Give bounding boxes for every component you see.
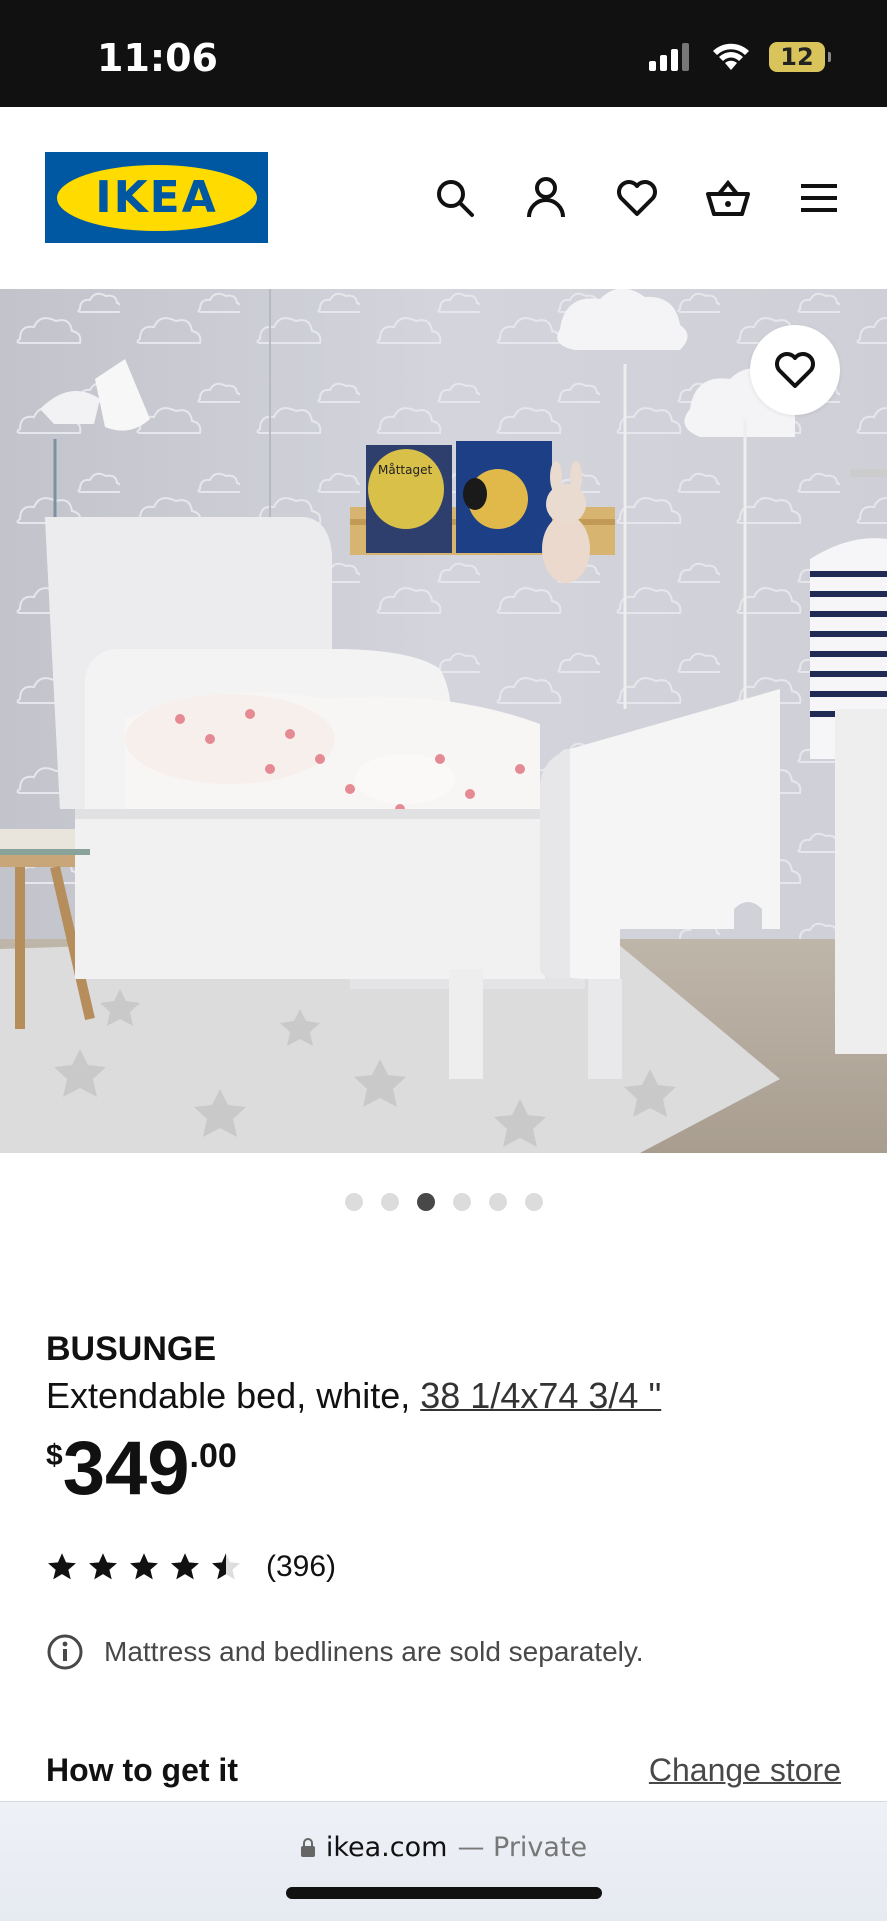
- product-notice: Mattress and bedlinens are sold separate…: [46, 1633, 644, 1671]
- url-domain: ikea.com: [325, 1832, 448, 1863]
- status-icons: 12: [649, 42, 831, 72]
- add-to-favourites-button[interactable]: [750, 325, 840, 415]
- lock-icon: [300, 1837, 315, 1857]
- account-icon[interactable]: [523, 175, 569, 221]
- product-price: $ 349 .00: [46, 1429, 846, 1509]
- review-count: (396): [266, 1550, 337, 1583]
- star-icon: [171, 1553, 199, 1580]
- book-title: Måttaget: [378, 463, 432, 477]
- price-currency: $: [46, 1439, 63, 1472]
- wifi-icon: [713, 43, 749, 70]
- carousel-dot[interactable]: [524, 1193, 543, 1211]
- menu-icon[interactable]: [796, 175, 842, 221]
- favourites-icon[interactable]: [614, 175, 660, 221]
- change-store-link[interactable]: Change store: [649, 1752, 841, 1789]
- status-time: 11:06: [97, 36, 218, 80]
- notice-text: Mattress and bedlinens are sold separate…: [104, 1636, 644, 1667]
- product-description: Extendable bed, white, 38 1/4x74 3/4 ": [46, 1375, 846, 1417]
- site-header: IKEA: [0, 107, 887, 289]
- price-integer: 349: [62, 1426, 190, 1511]
- header-actions: [432, 175, 842, 221]
- ikea-logo[interactable]: IKEA: [45, 152, 268, 243]
- carousel-dot[interactable]: [380, 1193, 399, 1211]
- battery-indicator: 12: [769, 42, 831, 72]
- rating-stars: [46, 1552, 242, 1582]
- info-icon: [47, 1634, 83, 1670]
- carousel-dot[interactable]: [344, 1193, 363, 1211]
- product-rating[interactable]: (396): [46, 1550, 336, 1584]
- status-bar: 11:06 12: [0, 0, 887, 107]
- product-name: BUSUNGE: [46, 1330, 217, 1368]
- browser-url-bar[interactable]: ikea.com — Private: [0, 1801, 887, 1921]
- how-to-get-it-section: How to get it Change store: [46, 1752, 841, 1789]
- carousel-dot[interactable]: [488, 1193, 507, 1211]
- url-row[interactable]: ikea.com — Private: [0, 1832, 887, 1863]
- logo-wordmark: IKEA: [56, 164, 257, 231]
- heart-icon: [775, 352, 815, 388]
- price-decimal: .00: [189, 1437, 237, 1475]
- how-to-get-it-title: How to get it: [46, 1752, 238, 1788]
- product-photo: Måttaget: [0, 289, 887, 1153]
- product-dimensions-link[interactable]: 38 1/4x74 3/4 ": [420, 1375, 661, 1416]
- home-indicator[interactable]: [286, 1887, 602, 1899]
- carousel-dot-active[interactable]: [416, 1193, 435, 1211]
- star-icon: [48, 1553, 76, 1580]
- product-image-carousel[interactable]: Måttaget: [0, 289, 887, 1153]
- star-icon: [130, 1553, 158, 1580]
- private-mode-label: — Private: [457, 1832, 588, 1863]
- product-type: Extendable bed, white,: [46, 1375, 421, 1416]
- search-icon[interactable]: [432, 175, 478, 221]
- carousel-pagination: [0, 1193, 887, 1211]
- star-icon: [89, 1553, 117, 1580]
- carousel-dot[interactable]: [452, 1193, 471, 1211]
- product-info: BUSUNGE Extendable bed, white, 38 1/4x74…: [46, 1330, 846, 1509]
- cellular-signal-icon: [649, 43, 689, 71]
- half-star-icon: [212, 1553, 240, 1580]
- basket-icon[interactable]: [705, 175, 751, 221]
